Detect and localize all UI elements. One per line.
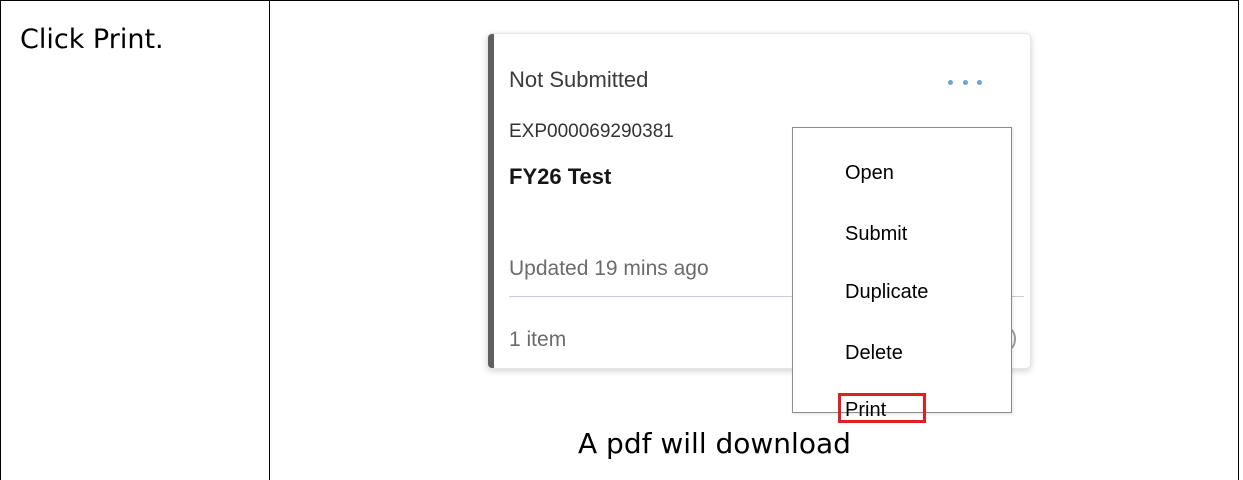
menu-item-duplicate[interactable]: Duplicate xyxy=(845,281,928,304)
menu-item-print[interactable]: Print xyxy=(845,399,886,422)
actions-menu: Open Submit Duplicate Delete Print xyxy=(792,127,1012,423)
step-instruction: Click Print. xyxy=(20,24,164,55)
report-title: FY26 Test xyxy=(509,164,612,189)
column-divider xyxy=(269,0,270,480)
card-status-accent xyxy=(488,34,494,368)
menu-item-submit[interactable]: Submit xyxy=(845,223,907,246)
ellipsis-icon xyxy=(977,79,982,85)
item-count: 1 item xyxy=(509,328,567,351)
updated-timestamp: Updated 19 mins ago xyxy=(509,257,709,280)
report-id: EXP000069290381 xyxy=(509,121,674,142)
download-caption: A pdf will download xyxy=(578,427,851,460)
ellipsis-icon xyxy=(962,79,968,85)
screenshot-figure: Not Submitted EXP000069290381 FY26 Test … xyxy=(484,33,1062,423)
menu-item-open[interactable]: Open xyxy=(845,162,894,185)
more-options-button[interactable] xyxy=(948,74,982,90)
card-status: Not Submitted xyxy=(509,67,649,92)
ellipsis-icon xyxy=(948,79,953,85)
menu-item-delete[interactable]: Delete xyxy=(845,342,903,365)
